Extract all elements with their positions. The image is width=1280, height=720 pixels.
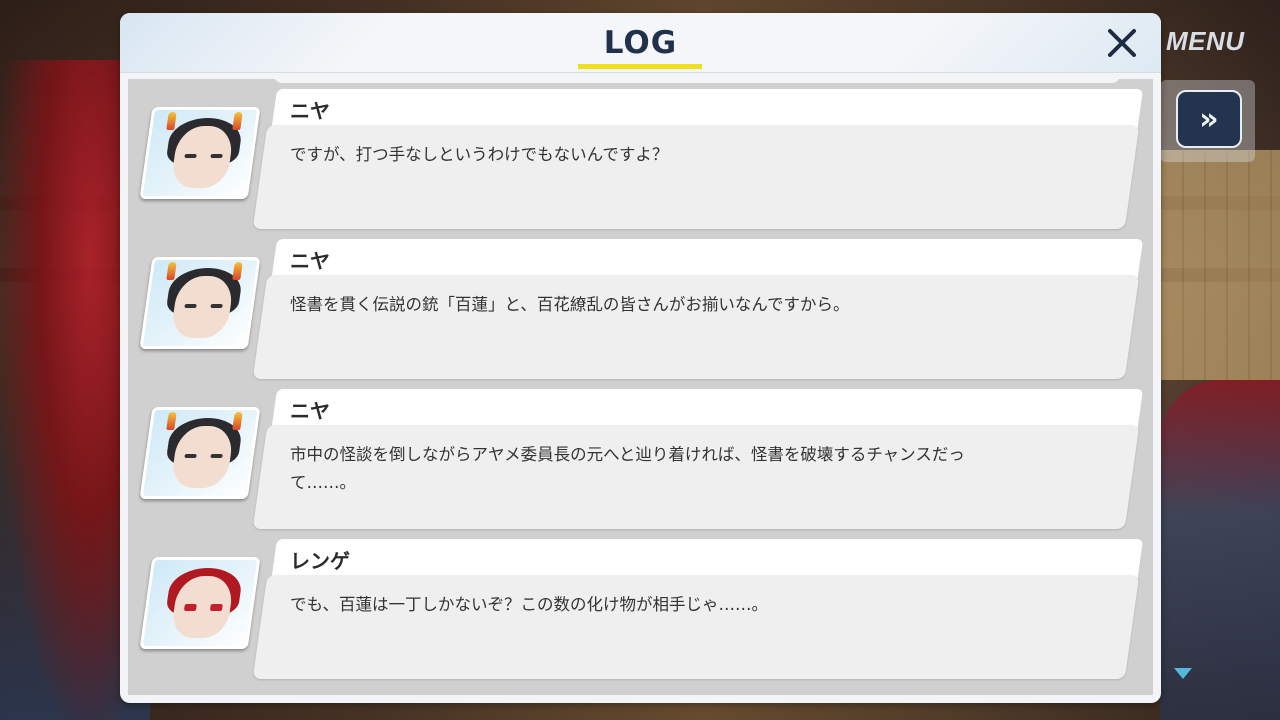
speaker-name: ニヤ [290,399,330,423]
avatar-horn [232,412,243,430]
speaker-avatar [139,107,261,199]
avatar-eye [209,604,223,611]
title-underline [578,64,702,69]
log-entry: ニヤ ですが、打つ手なしというわけでもないんですよ？ [128,87,1153,233]
message-text: でも、百蓮は一丁しかないぞ？この数の化け物が相手じゃ……。 [290,595,769,614]
avatar-eye [184,154,197,158]
speaker-avatar [139,557,261,649]
avatar-eye [210,454,223,458]
avatar-eye [210,154,223,158]
log-panel: LOG ニヤ ですが、打つ手なしというわけでもないんですよ？ ニヤ 怪書を貫く伝… [120,13,1161,703]
avatar-horn [166,112,177,130]
message-text: 怪書を貫く伝説の銃「百蓮」と、百花繚乱の皆さんがお揃いなんですから。 [290,295,850,314]
fast-forward-icon: » [1199,101,1219,137]
avatar-horn [232,112,243,130]
avatar-eye [183,604,197,611]
close-button[interactable] [1102,23,1142,63]
log-entry: ニヤ 市中の怪談を倒しながらアヤメ委員長の元へと辿り着ければ、怪書を破壊するチャ… [128,387,1153,533]
speaker-avatar [139,407,261,499]
log-header: LOG [120,13,1161,73]
avatar-horn [166,412,177,430]
message-text: ですが、打つ手なしというわけでもないんですよ？ [290,145,669,164]
avatar-eye [210,304,223,308]
speaker-name: ニヤ [290,249,330,273]
background-shoji-screen [1140,150,1280,380]
log-title: LOG [603,25,678,61]
avatar-eye [184,304,197,308]
log-entry: レンゲ でも、百蓮は一丁しかないぞ？この数の化け物が相手じゃ……。 [128,537,1153,683]
avatar-horn [232,262,243,280]
log-list[interactable]: ニヤ ですが、打つ手なしというわけでもないんですよ？ ニヤ 怪書を貫く伝説の銃「… [128,79,1153,695]
fast-forward-button[interactable]: » [1176,90,1242,148]
avatar-horn [166,262,177,280]
avatar-eye [184,454,197,458]
message-text: 市中の怪談を倒しながらアヤメ委員長の元へと辿り着ければ、怪書を破壊するチャンスだ… [290,445,965,492]
menu-button[interactable]: MENU [1166,26,1245,57]
speaker-name: レンゲ [290,549,350,573]
speaker-avatar [139,257,261,349]
speaker-name: ニヤ [290,99,330,123]
previous-entry-edge [274,79,1120,83]
scroll-down-icon[interactable] [1174,668,1192,679]
log-entry: ニヤ 怪書を貫く伝説の銃「百蓮」と、百花繚乱の皆さんがお揃いなんですから。 [128,237,1153,383]
